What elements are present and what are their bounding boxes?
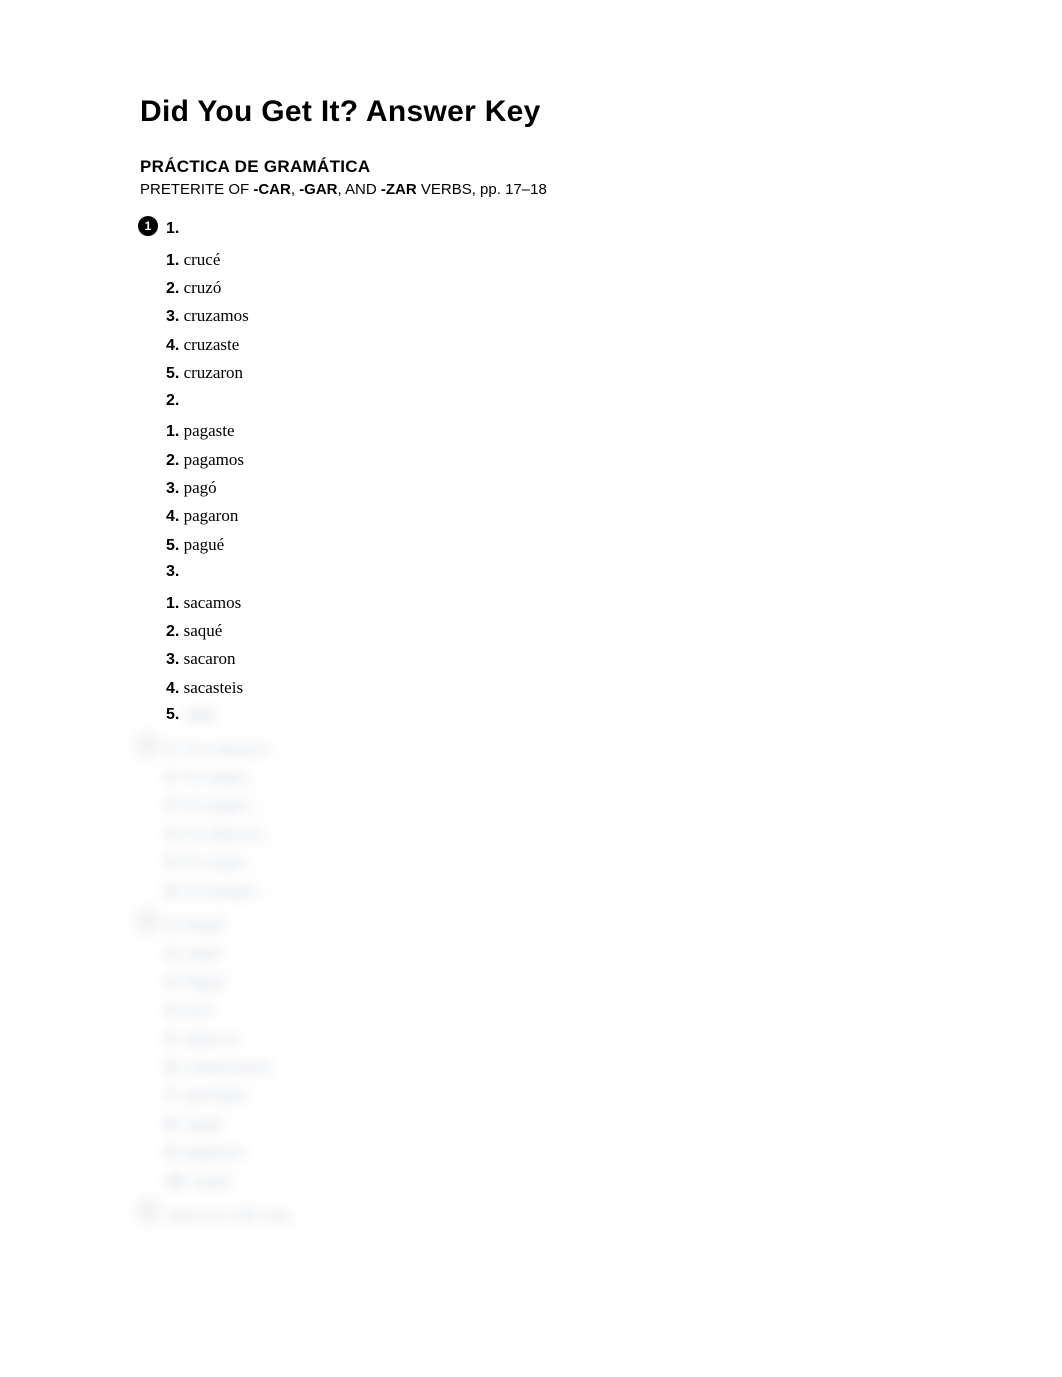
exercise-1: 1 1. 1. crucé 2. cruzó 3. cruzamos 4. cr… — [140, 216, 922, 729]
exercise-2: 2 1. Yo comencé... 2. Yo saqué... 3. Yo … — [140, 735, 922, 905]
answer-line: 3. sacaron — [166, 645, 922, 673]
answer-line: 3. cruzamos — [166, 302, 922, 330]
answer-text: sacaron — [184, 649, 236, 668]
answer-num: 2. — [166, 280, 179, 297]
desc-bold-zar: -ZAR — [381, 181, 417, 198]
answer-num: 5. — [166, 365, 179, 382]
desc-prefix: PRETERITE OF — [140, 181, 253, 198]
answer-num: 3. — [166, 308, 179, 325]
answer-line: 3. Yo pagué... — [166, 791, 922, 819]
answer-text: saqué — [184, 621, 223, 640]
answer-num: 3. — [166, 651, 179, 668]
answer-line: 5. almorcé — [166, 1025, 922, 1053]
answer-num: 4. — [166, 680, 179, 697]
answer-line: 7. practiqué — [166, 1081, 922, 1109]
exercise-4: 4 Answers will vary. — [140, 1201, 922, 1229]
answer-num: 4. — [166, 508, 179, 525]
answer-line: 2. saqué — [166, 939, 922, 967]
answer-line: 10. saqué — [166, 1167, 922, 1195]
answer-line: 4. Yo almorcé... — [166, 820, 922, 848]
blurred-answer: sacó — [185, 702, 214, 728]
answer-line: 3. Pagué — [166, 968, 922, 996]
desc-suffix: VERBS, pp. 17–18 — [417, 181, 547, 198]
answer-line: 2. Yo saqué... — [166, 763, 922, 791]
desc-bold-gar: -GAR — [299, 181, 337, 198]
group-header: 1. — [166, 216, 922, 242]
exercise-3: 3 1. llegué 2. saqué 3. Pagué 4. tocó 5.… — [140, 911, 922, 1195]
answer-line: 5. pagué — [166, 531, 922, 559]
answer-text: crucé — [184, 250, 221, 269]
answer-num: 5. — [166, 537, 179, 554]
page-title: Did You Get It? Answer Key — [140, 95, 922, 129]
answer-text: sacamos — [184, 593, 242, 612]
answer-text: pagué — [184, 535, 225, 554]
answer-num: 2. — [166, 452, 179, 469]
answer-num: 4. — [166, 337, 179, 354]
answer-text: cruzaron — [184, 363, 243, 382]
answer-num: 5. — [166, 706, 179, 723]
exercise-badge-2: 2 — [138, 735, 158, 755]
answer-num: 2. — [166, 623, 179, 640]
answer-line: 4. sacasteis — [166, 674, 922, 702]
exercise-badge-4: 4 — [138, 1201, 158, 1221]
answer-text: cruzaste — [184, 335, 240, 354]
answer-num: 3. — [166, 480, 179, 497]
answer-line: 4. cruzaste — [166, 331, 922, 359]
answer-line: 1. sacamos — [166, 589, 922, 617]
answer-num: 1. — [166, 423, 179, 440]
answer-line: 2. pagamos — [166, 446, 922, 474]
answer-text: sacasteis — [184, 678, 243, 697]
exercise-badge-1: 1 — [138, 216, 158, 236]
answer-line: 6. comenzamos — [166, 1053, 922, 1081]
answer-line: 5. Yo toqué... — [166, 848, 922, 876]
answer-num: 1. — [166, 595, 179, 612]
blurred-hidden-content: 2 1. Yo comencé... 2. Yo saqué... 3. Yo … — [140, 735, 922, 1229]
answer-line: 8. saqué — [166, 1110, 922, 1138]
answer-text: cruzamos — [184, 306, 249, 325]
answer-line: 1. Yo comencé... — [166, 735, 922, 763]
answer-num: 1. — [166, 252, 179, 269]
answer-line-partial: 5. sacó — [166, 702, 922, 728]
desc-sep2: , AND — [338, 181, 381, 198]
answer-line: Answers will vary. — [166, 1201, 922, 1229]
answer-text: pagó — [184, 478, 217, 497]
answer-text: cruzó — [184, 278, 222, 297]
exercise-badge-3: 3 — [138, 911, 158, 931]
answer-line: 6. Yo busqué... — [166, 877, 922, 905]
group-header: 2. — [166, 388, 922, 414]
answer-line: 9. pagamos — [166, 1138, 922, 1166]
section-heading: PRÁCTICA DE GRAMÁTICA — [140, 157, 922, 177]
answer-line: 1. pagaste — [166, 417, 922, 445]
answer-line: 3. pagó — [166, 474, 922, 502]
answer-line: 4. pagaron — [166, 502, 922, 530]
answer-line: 1. llegué — [166, 911, 922, 939]
answer-text: pagaste — [184, 421, 235, 440]
section-description: PRETERITE OF -CAR, -GAR, AND -ZAR VERBS,… — [140, 181, 922, 198]
desc-bold-car: -CAR — [253, 181, 291, 198]
answer-line: 5. cruzaron — [166, 359, 922, 387]
answer-line: 4. tocó — [166, 996, 922, 1024]
answer-line: 1. crucé — [166, 246, 922, 274]
answer-line: 2. saqué — [166, 617, 922, 645]
desc-sep1: , — [291, 181, 299, 198]
answer-text: pagaron — [184, 506, 239, 525]
answer-text: pagamos — [184, 450, 244, 469]
answer-line: 2. cruzó — [166, 274, 922, 302]
group-header: 3. — [166, 559, 922, 585]
